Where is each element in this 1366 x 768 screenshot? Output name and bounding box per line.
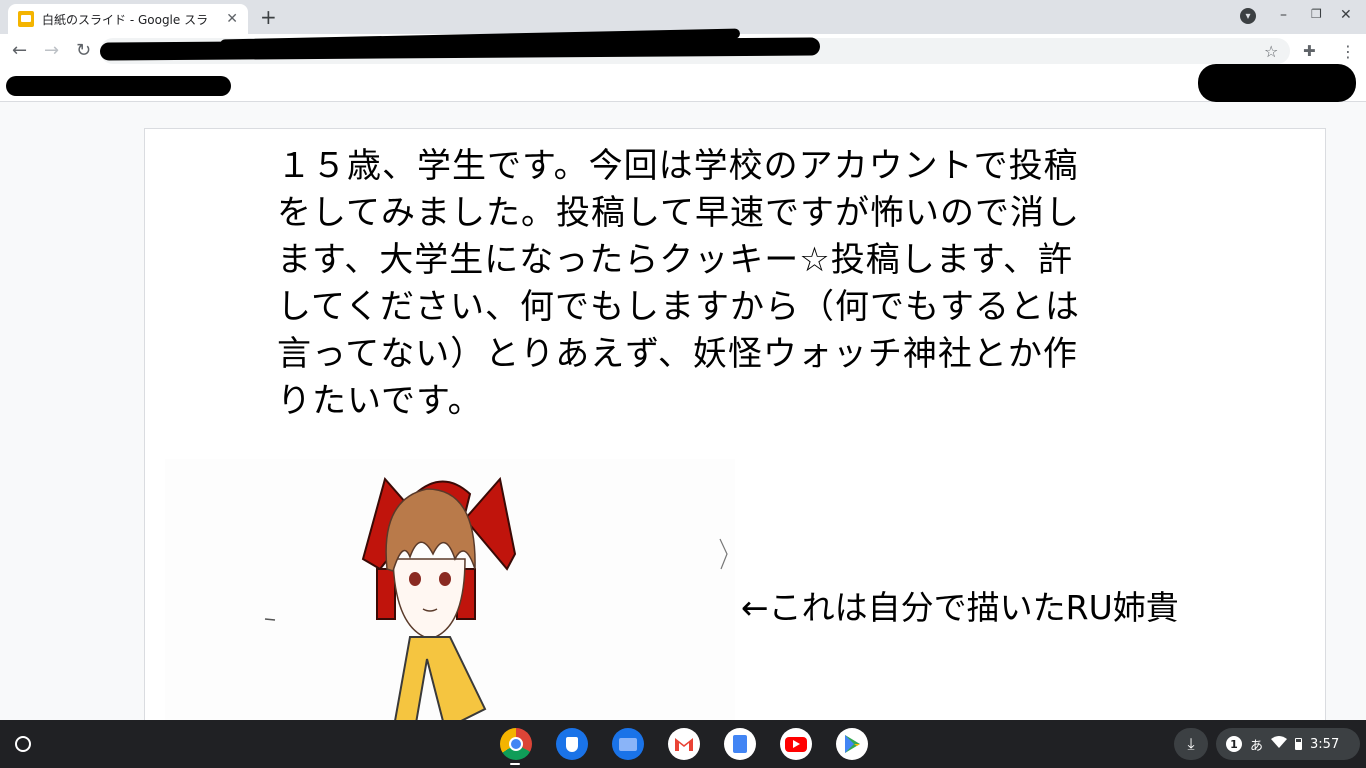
slides-icon	[18, 11, 34, 27]
character-drawing-image[interactable]	[165, 459, 735, 731]
docs-icon[interactable]	[724, 728, 756, 760]
character-drawing-illustration	[264, 476, 728, 731]
new-tab-button[interactable]: +	[260, 5, 277, 29]
minimize-button[interactable]: –	[1280, 7, 1287, 23]
redaction-scribble	[1198, 64, 1356, 102]
system-shelf: ⤓ 1 あ 3:57	[0, 720, 1366, 768]
status-area[interactable]: 1 あ 3:57	[1216, 728, 1360, 760]
browser-tab[interactable]: 白紙のスライド - Google スラ ✕	[8, 4, 248, 34]
wifi-icon	[1271, 736, 1288, 752]
notification-count-badge[interactable]: 1	[1226, 736, 1242, 752]
launcher-button[interactable]	[8, 729, 38, 759]
slide-text-line: １５歳、学生です。今回は学校のアカウントで投稿	[277, 146, 1079, 186]
chrome-icon[interactable]	[500, 728, 532, 760]
slide[interactable]: １５歳、学生です。今回は学校のアカウントで投稿 をしてみました。投稿して早速です…	[144, 128, 1326, 731]
back-button[interactable]: ←	[12, 40, 27, 61]
slide-text-line: りたいです。	[277, 381, 483, 421]
play-store-icon[interactable]	[836, 728, 868, 760]
tab-title: 白紙のスライド - Google スラ	[42, 12, 209, 27]
slide-text-line: 言ってない）とりあえず、妖怪ウォッチ神社とか作	[277, 334, 1078, 374]
extensions-icon[interactable]: ✚	[1303, 42, 1316, 60]
restore-button[interactable]: ❐	[1311, 7, 1322, 21]
slide-text-box[interactable]: １５歳、学生です。今回は学校のアカウントで投稿 をしてみました。投稿して早速です…	[277, 143, 1187, 425]
tab-close-icon[interactable]: ✕	[226, 11, 238, 27]
holding-space-icon[interactable]: ⤓	[1174, 728, 1208, 760]
clock-time[interactable]: 3:57	[1310, 737, 1339, 752]
slide-text-line: をしてみました。投稿して早速ですが怖いので消し	[277, 193, 1080, 233]
gmail-icon[interactable]	[668, 728, 700, 760]
slide-text-line: ます、大学生になったらクッキー☆投稿します、許	[277, 240, 1074, 280]
youtube-icon[interactable]	[780, 728, 812, 760]
tab-search-icon[interactable]: ▾	[1240, 8, 1256, 24]
slide-caption[interactable]: ←これは自分で描いたRU姉貴	[741, 581, 1179, 629]
active-app-indicator	[510, 763, 520, 765]
slide-text-line: してください、何でもしますから（何でもするとは	[277, 287, 1080, 327]
ime-indicator[interactable]: あ	[1250, 735, 1263, 754]
browser-menu-icon[interactable]: ⋮	[1340, 42, 1356, 61]
battery-icon	[1295, 738, 1303, 750]
bookmark-star-icon[interactable]: ☆	[1264, 42, 1278, 61]
reload-button[interactable]: ↻	[76, 40, 91, 61]
slides-canvas: １５歳、学生です。今回は学校のアカウントで投稿 をしてみました。投稿して早速です…	[0, 103, 1366, 731]
security-icon[interactable]	[556, 728, 588, 760]
close-window-button[interactable]: ✕	[1340, 7, 1352, 23]
forward-button[interactable]: →	[44, 40, 59, 61]
files-icon[interactable]	[612, 728, 644, 760]
redaction-scribble	[6, 76, 231, 96]
